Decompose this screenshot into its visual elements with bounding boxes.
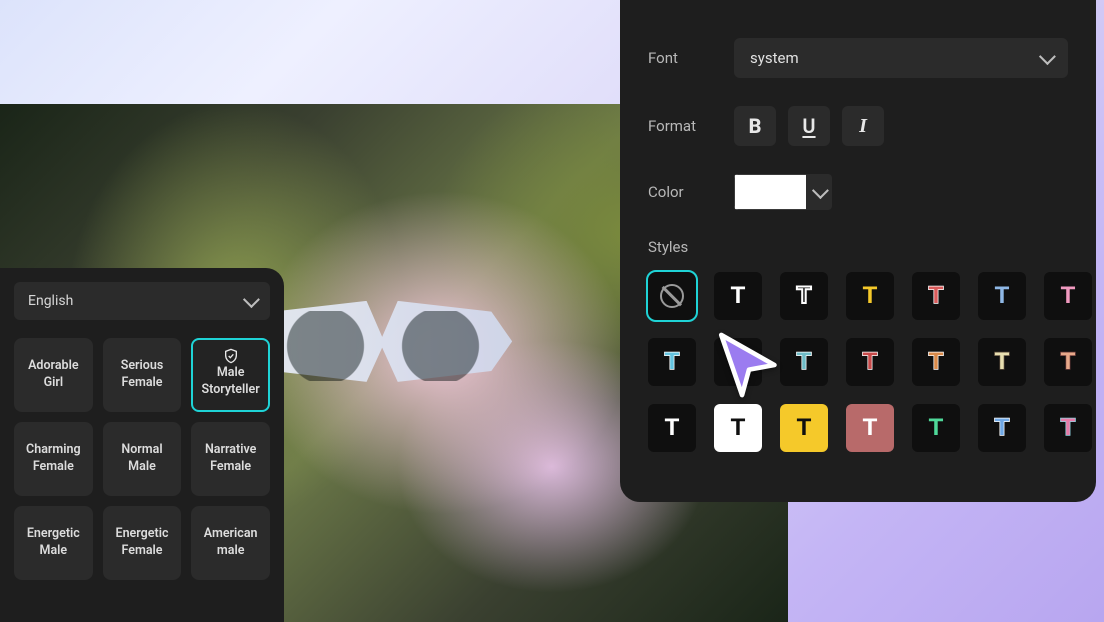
style-glyph: T	[995, 414, 1010, 442]
color-dropdown-arrow	[806, 174, 832, 210]
voice-tile-label: EnergeticFemale	[116, 526, 169, 560]
style-tile-blank[interactable]	[714, 338, 762, 386]
color-swatch	[734, 174, 806, 210]
style-glyph: T	[1061, 282, 1076, 310]
voice-tile-label: CharmingFemale	[26, 442, 81, 476]
style-tile-peach[interactable]: T	[1044, 338, 1092, 386]
voice-panel: English AdorableGirl SeriousFemale MaleSto…	[0, 268, 284, 622]
styles-grid: TTTTTTTTTTTTTTTTTTT	[648, 272, 1068, 452]
style-glyph: T	[863, 282, 878, 310]
italic-button[interactable]: I	[842, 106, 884, 146]
style-tile-cyan2[interactable]: T	[648, 338, 696, 386]
voice-tile-label: NormalMale	[121, 442, 162, 476]
style-tile-cream[interactable]: T	[978, 338, 1026, 386]
style-tile-redout[interactable]: T	[912, 272, 960, 320]
style-tile-white[interactable]: T	[714, 272, 762, 320]
styles-label: Styles	[648, 238, 1068, 256]
style-tile-pink[interactable]: T	[1044, 272, 1092, 320]
style-tile-yellow[interactable]: T	[846, 272, 894, 320]
voice-tile[interactable]: SeriousFemale	[103, 338, 182, 412]
format-label: Format	[648, 117, 734, 135]
style-tile-w-blk[interactable]: T	[714, 404, 762, 452]
style-tile-blk-w[interactable]: T	[648, 404, 696, 452]
voice-tile-label: NarrativeFemale	[205, 442, 256, 476]
style-tile-none[interactable]	[648, 272, 696, 320]
voice-grid: AdorableGirl SeriousFemale MaleStoryteller…	[14, 338, 270, 580]
style-tile-red2[interactable]: T	[846, 338, 894, 386]
color-picker[interactable]	[734, 174, 832, 210]
style-glyph: T	[797, 348, 812, 376]
style-tile-orange[interactable]: T	[912, 338, 960, 386]
style-glyph: T	[731, 414, 746, 442]
underline-button[interactable]: U	[788, 106, 830, 146]
style-glyph: T	[797, 414, 812, 442]
voice-tile-label: MaleStoryteller	[202, 365, 260, 399]
voice-tile-label: EnergeticMale	[27, 526, 80, 560]
voice-tile-label: AdorableGirl	[28, 358, 78, 392]
style-glyph: T	[797, 282, 812, 310]
voice-tile[interactable]: MaleStoryteller	[191, 338, 270, 412]
style-tile-lblue[interactable]: T	[978, 272, 1026, 320]
font-value: system	[750, 49, 799, 67]
language-value: English	[28, 293, 73, 309]
style-tile-blk-grn[interactable]: T	[912, 404, 960, 452]
style-tile-teal[interactable]: T	[780, 338, 828, 386]
style-tile-blk-pk[interactable]: T	[1044, 404, 1092, 452]
voice-tile[interactable]: NormalMale	[103, 422, 182, 496]
style-glyph: T	[1061, 348, 1076, 376]
style-glyph: T	[863, 348, 878, 376]
voice-tile[interactable]: Americanmale	[191, 506, 270, 580]
font-select[interactable]: system	[734, 38, 1068, 78]
style-glyph: T	[665, 414, 680, 442]
chevron-down-icon	[1039, 48, 1056, 65]
style-glyph: T	[665, 348, 680, 376]
voice-tile-label: SeriousFemale	[121, 358, 164, 392]
style-glyph: T	[863, 414, 878, 442]
voice-tile-label: Americanmale	[204, 526, 258, 560]
style-tile-outline[interactable]: T	[780, 272, 828, 320]
style-glyph: T	[995, 282, 1010, 310]
chevron-down-icon	[812, 182, 829, 199]
voice-tile[interactable]: CharmingFemale	[14, 422, 93, 496]
style-glyph: T	[1061, 414, 1076, 442]
voice-tile[interactable]: NarrativeFemale	[191, 422, 270, 496]
voice-tile[interactable]: EnergeticFemale	[103, 506, 182, 580]
shield-check-icon	[223, 348, 239, 364]
color-label: Color	[648, 183, 734, 201]
bold-button[interactable]: B	[734, 106, 776, 146]
voice-tile[interactable]: EnergeticMale	[14, 506, 93, 580]
language-select[interactable]: English	[14, 282, 270, 320]
style-glyph: T	[995, 348, 1010, 376]
none-icon	[660, 284, 684, 308]
style-tile-rose-w[interactable]: T	[846, 404, 894, 452]
style-glyph: T	[929, 348, 944, 376]
style-glyph: T	[929, 282, 944, 310]
style-glyph: T	[731, 282, 746, 310]
chevron-down-icon	[243, 291, 260, 308]
style-tile-blk-bw[interactable]: T	[978, 404, 1026, 452]
font-label: Font	[648, 49, 734, 67]
text-style-panel: Font system Format B U I Color Styles T T…	[620, 0, 1096, 502]
style-tile-y-blk[interactable]: T	[780, 404, 828, 452]
voice-tile[interactable]: AdorableGirl	[14, 338, 93, 412]
style-glyph: T	[929, 414, 944, 442]
